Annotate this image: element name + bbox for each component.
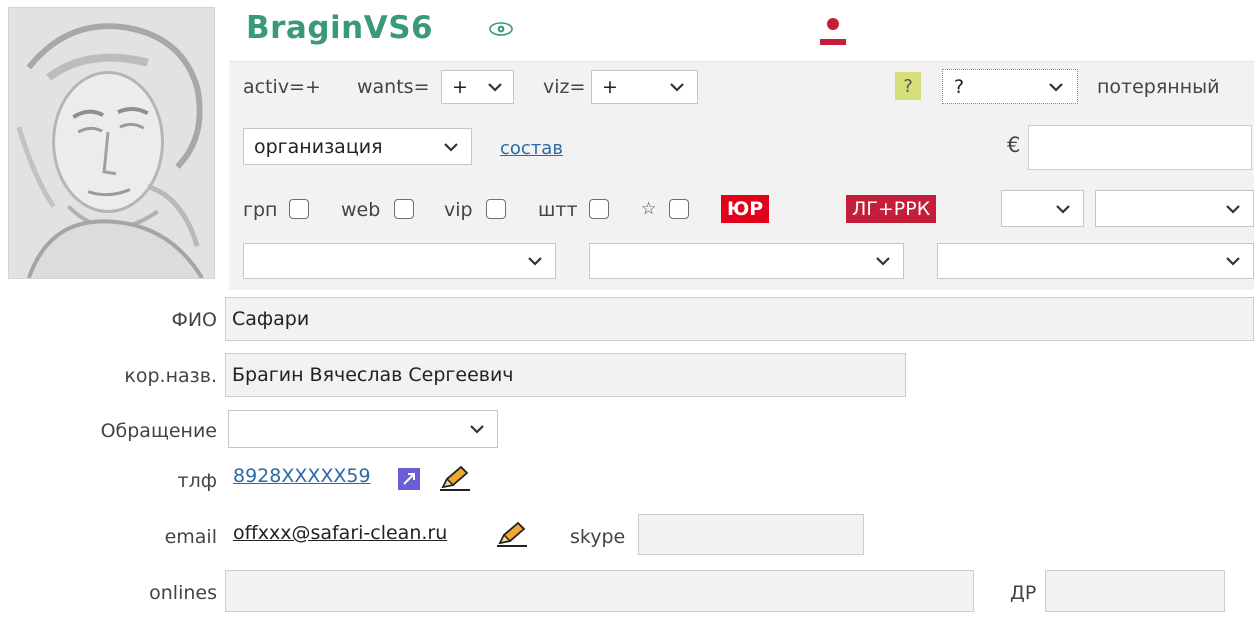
onlines-input[interactable] [225,570,974,612]
stt-label: штт [538,199,578,221]
korname-input[interactable]: Брагин Вячеслав Сергеевич [225,353,906,397]
email-label: email [164,526,217,548]
person-icon[interactable] [818,16,848,46]
external-link-icon[interactable] [397,467,421,491]
korname-label: кор.назв. [124,365,217,387]
select-1[interactable] [243,243,556,279]
salutation-select[interactable] [228,410,498,448]
dr-input[interactable] [1045,570,1225,612]
phone-label: тлф [177,470,217,492]
chevron-down-icon [1226,257,1240,266]
chevron-down-icon [876,257,890,266]
fio-label: ФИО [171,309,217,331]
chevron-down-icon [470,425,484,434]
eye-icon[interactable] [489,22,513,36]
wants-label: wants= [357,76,430,98]
username-title: BraginVS6 [246,10,434,46]
yur-tag[interactable]: ЮР [721,195,770,223]
lg-rrk-tag[interactable]: ЛГ+РРК [846,195,937,223]
fio-input[interactable]: Сафари [225,297,1254,341]
activ-label: activ=+ [243,76,321,98]
viz-label: viz= [543,76,586,98]
chevron-down-icon [1226,204,1240,214]
email-link[interactable]: offxxx@safari-clean.ru [233,522,447,544]
viz-select[interactable]: + [591,70,698,104]
vip-checkbox[interactable] [486,199,506,219]
vip-label: vip [444,199,473,221]
euro-input[interactable] [1028,125,1252,170]
web-label: web [341,199,381,221]
star-icon: ☆ [641,199,657,219]
select-3[interactable] [937,243,1254,279]
composition-link[interactable]: состав [500,138,563,159]
type-select[interactable]: организация [243,128,472,165]
select-a[interactable] [1001,190,1084,227]
wants-select[interactable]: + [441,70,514,104]
portrait-image [9,8,214,278]
chevron-down-icon [1049,82,1063,92]
web-checkbox[interactable] [394,199,414,219]
skype-label: skype [570,526,626,548]
euro-symbol: € [1007,133,1021,157]
dr-label: ДР [1010,582,1037,604]
edit-pencil-icon[interactable] [494,519,530,549]
stt-checkbox[interactable] [589,199,609,219]
phone-link[interactable]: 8928XXXXX59 [233,465,371,487]
profile-photo [8,7,215,279]
viz-select-value: + [602,76,618,98]
chevron-down-icon [1056,204,1070,214]
skype-input[interactable] [638,514,864,555]
status-select-value: ? [954,75,965,98]
chevron-down-icon [670,83,684,92]
select-2[interactable] [589,243,904,279]
select-b[interactable] [1095,190,1254,227]
salutation-label: Обращение [100,420,217,442]
chevron-down-icon [444,142,458,152]
star-checkbox[interactable] [669,199,689,219]
wants-select-value: + [452,76,468,98]
type-select-value: организация [254,135,383,158]
edit-pencil-icon[interactable] [437,463,473,493]
chevron-down-icon [488,83,502,92]
status-text: потерянный [1097,76,1220,98]
onlines-label: onlines [149,582,217,604]
chevron-down-icon [528,257,542,266]
question-badge[interactable]: ? [895,72,921,100]
grp-checkbox[interactable] [289,199,309,219]
grp-label: грп [243,199,278,221]
status-select[interactable]: ? [944,71,1076,102]
